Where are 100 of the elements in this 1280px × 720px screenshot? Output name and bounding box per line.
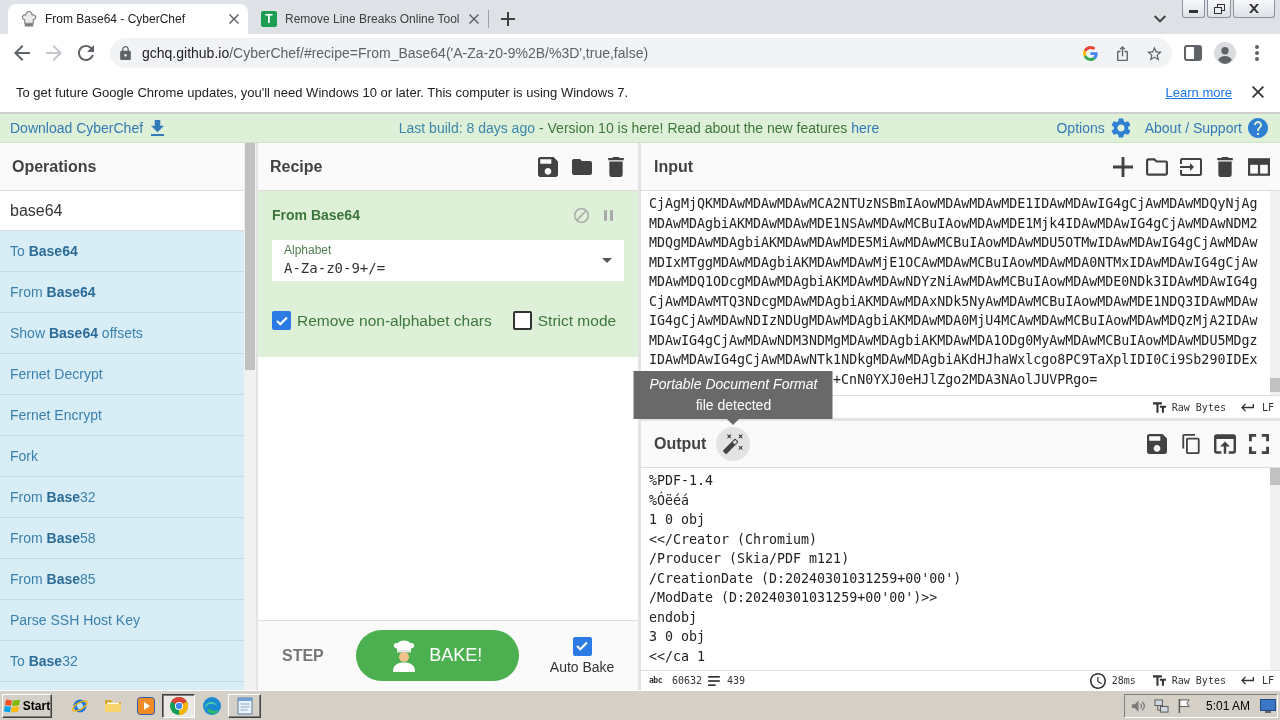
flag-icon[interactable] [1176, 698, 1192, 713]
side-panel-icon[interactable] [1184, 45, 1202, 61]
input-line: MDAwMDQ1ODcgMDAwMDAgbiAKMDAwMDAwNDYzNiAwMDAwMCBuIAowMDAwMDE0NDk3IDAwMDAwIG4g [649, 273, 1258, 291]
network-icon[interactable] [1153, 698, 1169, 713]
line-ending-button[interactable]: LF [1240, 401, 1274, 413]
star-icon[interactable] [1147, 45, 1162, 61]
output-line: <</ca 1 [649, 647, 706, 666]
layout-icon[interactable] [1248, 156, 1270, 177]
checkbox-label: Auto Bake [549, 658, 615, 675]
checkbox[interactable] [272, 311, 291, 330]
input-line: MDQgMDAwMDAgbiAKMDAwMDAwMDE5MiAwMDAwMCBuIAowMDAwMDU5OTMwIDAwMDAwIG4gCjAwMDAw [649, 234, 1258, 252]
taskbar-button[interactable] [162, 693, 195, 718]
length-value: 60632 [671, 675, 703, 686]
save-icon[interactable] [538, 156, 558, 177]
step-button[interactable]: STEP [270, 635, 336, 676]
copy-icon[interactable] [1180, 434, 1202, 454]
trash-icon[interactable] [1214, 156, 1236, 177]
restore-icon [1213, 3, 1225, 14]
checkbox[interactable] [572, 636, 592, 656]
checkbox[interactable] [512, 311, 532, 330]
help-icon[interactable] [1248, 118, 1268, 138]
restore-button[interactable] [1207, 0, 1231, 18]
folder-icon[interactable] [1146, 156, 1168, 177]
input-line: MDAwIG4gCjAwMDAwNDM3NDMgMDAwMDAgbiAKMDAwMDA1ODg0MyAwMDAwMCBuIAowMDAwMDU5MDgz [649, 331, 1258, 350]
panel-title: Input [654, 157, 695, 176]
start-button[interactable]: Start [2, 693, 52, 718]
back-icon[interactable] [14, 45, 30, 61]
scrollbar-thumb[interactable] [245, 143, 255, 370]
share-icon[interactable] [1115, 45, 1130, 61]
minimize-button[interactable] [1182, 0, 1205, 18]
speaker-icon[interactable] [1130, 698, 1146, 713]
dropdown-field[interactable]: Alphabet A-Za-z0-9+/= [272, 240, 624, 281]
release-notice: - Version 10 is here! Read about the new features [539, 120, 848, 136]
show-desktop-icon[interactable] [1260, 698, 1276, 713]
close-icon[interactable] [229, 14, 239, 24]
magic-wand-icon [723, 434, 744, 454]
more-icon[interactable] [1255, 45, 1259, 61]
arrow-out-of-box-icon[interactable] [1214, 434, 1236, 454]
support-link[interactable]: About / Support [1144, 120, 1242, 136]
reload-icon[interactable] [78, 45, 94, 61]
address-bar[interactable]: gchq.github.io/CyberChef/#recipe=From_Base64('A-Za-z0-9%2B/%3D',true,false) [110, 38, 1172, 68]
encoding-button[interactable]: Raw Bytes [1152, 401, 1226, 413]
search-field[interactable]: base64 [0, 191, 244, 231]
text-format-icon [1152, 675, 1166, 686]
infobar-message: To get future Google Chrome updates, you'll need Windows 10 or later. This computer is using Windows 7. [16, 84, 630, 100]
folder-icon[interactable] [572, 156, 592, 177]
input-line: IG4gCjAwMDAwNDIzNDUgMDAwMDAgbiAKMDAwMDA0MjU4MCAwMDAwMCBuIAowMDAwMDQzMjA2IDAw [649, 312, 1258, 330]
arrow-into-box-icon[interactable] [1180, 156, 1202, 177]
avatar-icon[interactable] [1214, 42, 1236, 64]
output-line: endobj [649, 608, 698, 627]
options-link[interactable]: Options [1056, 120, 1105, 136]
close-icon [1249, 4, 1259, 13]
minimize-icon [1189, 10, 1198, 13]
swirl-icon [202, 696, 221, 715]
lock-icon[interactable] [120, 46, 131, 60]
check-icon [275, 315, 288, 326]
magic-button[interactable] [716, 427, 751, 461]
close-window-button[interactable] [1233, 0, 1275, 18]
bake-button[interactable]: BAKE! [355, 630, 519, 681]
download-link[interactable]: Download CyberChef [10, 120, 144, 136]
trash-icon[interactable] [606, 156, 626, 177]
download-icon[interactable] [151, 120, 165, 136]
input-line: CjAgMjQKMDAwMDAwMDAwMCA2NTUzNSBmIAowMDAwMDAwMDE1IDAwMDAwIG4gCjAwMDAwMDQyNjAg [649, 195, 1258, 213]
tooltip-arrow-icon [727, 419, 740, 425]
fullscreen-icon[interactable] [1248, 434, 1270, 454]
line-ending-button[interactable]: LF [1240, 675, 1274, 686]
settings-icon[interactable] [1110, 118, 1131, 138]
scrollbar-thumb[interactable] [1270, 378, 1280, 392]
output-line: /ModDate (D:20240301031259+00'00')>> [649, 589, 938, 607]
checkbox-label: Remove non-alphabet chars [297, 311, 492, 330]
tricolor-circle-icon [169, 696, 188, 715]
chevron-down-icon[interactable] [1154, 15, 1166, 23]
plus-icon[interactable] [1112, 156, 1134, 177]
new-tab-icon[interactable] [501, 12, 515, 26]
play-icon [136, 696, 155, 715]
input-line: IDAwMDAwIG4gCjAwMDAwNTk1NDkgMDAwMDAgbiAKdHJhaWxlcgo8PC9TaXplIDI0Ci9Sb290IDEx [649, 351, 1258, 369]
output-line: <</Creator (Chromium) [649, 530, 818, 549]
close-icon[interactable] [1252, 86, 1264, 98]
chef-icon [392, 639, 417, 672]
chef-hat-icon [21, 11, 37, 27]
output-line: 1 0 obj [649, 511, 706, 529]
bake-time: 28ms [1111, 675, 1136, 686]
output-line: %PDF-1.4 [649, 472, 714, 490]
field-value: A-Za-z0-9+/= [284, 259, 387, 279]
multicolor-g-icon[interactable] [1083, 45, 1098, 61]
line-count: 439 [727, 675, 746, 686]
features-link[interactable]: here [851, 120, 880, 136]
encoding-button[interactable]: Raw Bytes [1152, 675, 1226, 686]
output-line: /Producer (Skia/PDF m121) [649, 550, 850, 568]
return-arrow-icon [1240, 401, 1254, 413]
save-icon[interactable] [1146, 434, 1168, 454]
browser-tab[interactable]: From Base64 - CyberChef [8, 4, 248, 34]
learn-more-link[interactable]: Learn more [1165, 84, 1232, 100]
browser-tab[interactable]: T Remove Line Breaks Online Tool [248, 4, 488, 34]
notepad-icon [235, 696, 254, 715]
site-logo: T [261, 11, 277, 27]
operation-title: From Base64 [272, 207, 361, 223]
input-line: CjAwMDAwMTQ3NDcgMDAwMDAgbiAKMDAwMDAxNDk5NyAwMDAwMCBuIAowMDAwMDE1NDQ3IDAwMDAw [649, 292, 1258, 311]
scrollbar-thumb[interactable] [1270, 468, 1280, 485]
input-line: MDAwMDAgbiAKMDAwMDAwMDE1NSAwMDAwMCBuIAowMDAwMDE1Mjk4IDAwMDAwIG4gCjAwMDAwNDM2 [649, 214, 1258, 233]
